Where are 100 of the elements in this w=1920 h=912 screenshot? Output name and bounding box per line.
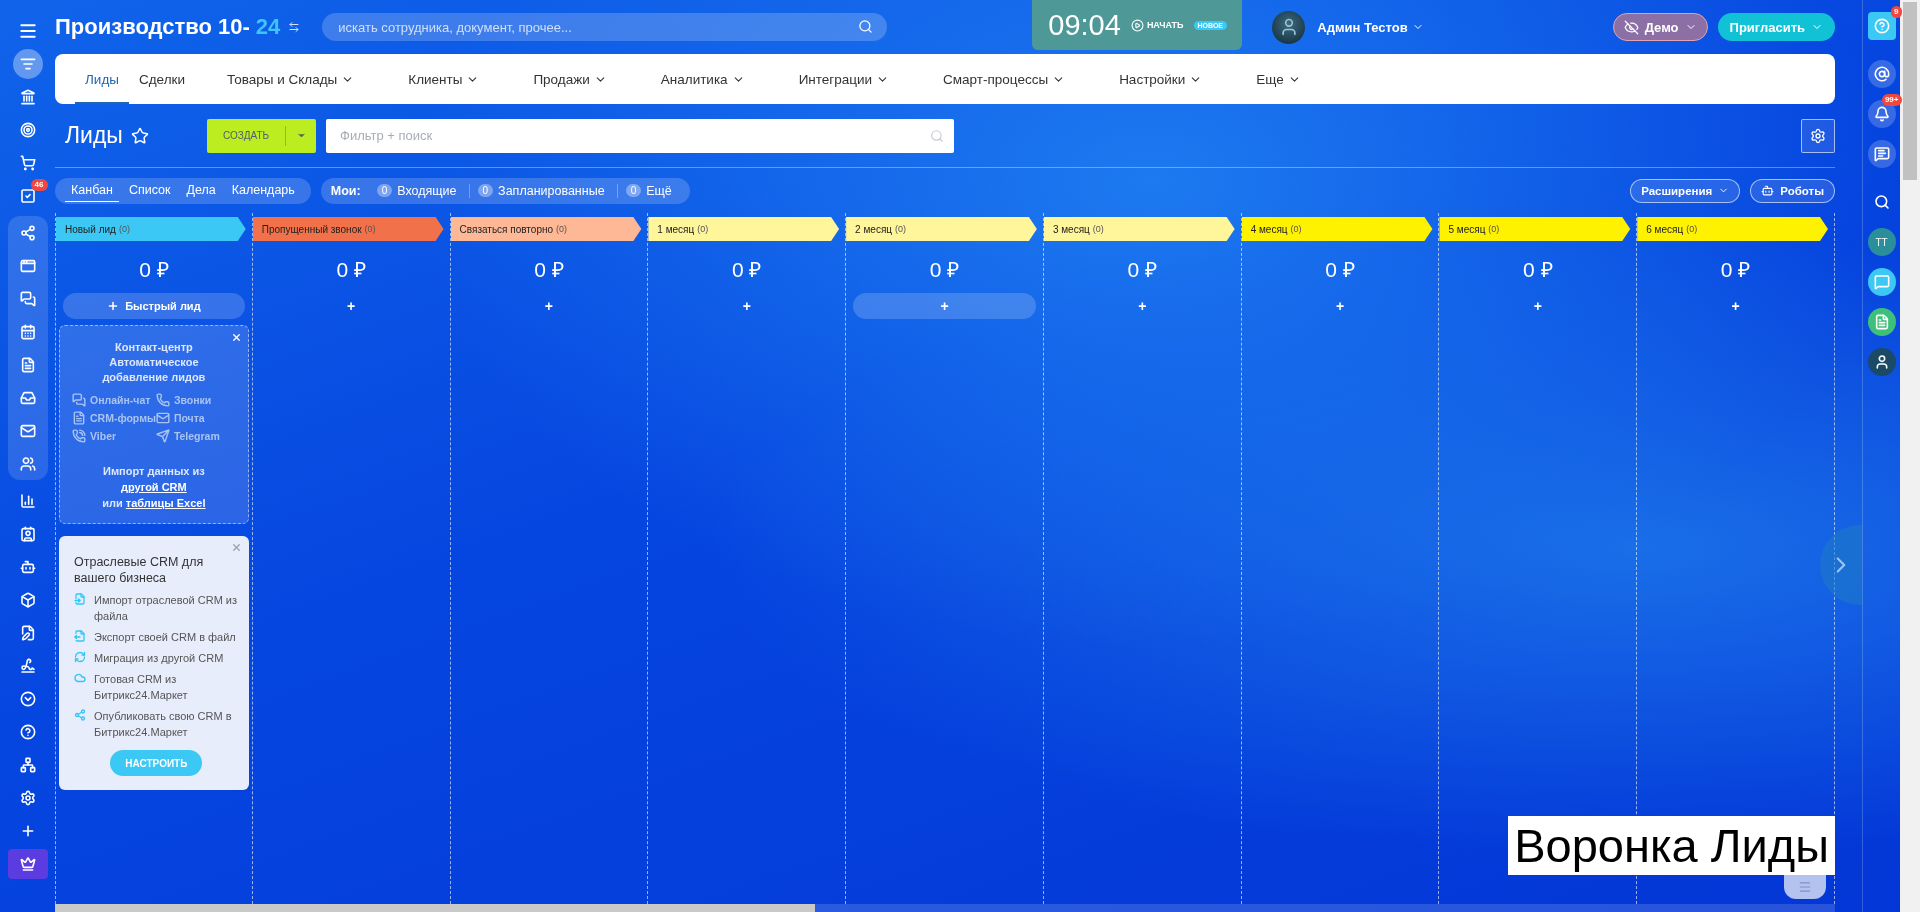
menu-handle-button[interactable]	[1784, 875, 1826, 899]
stage-total: 0 ₽	[533, 257, 565, 283]
view-tab[interactable]: Календарь	[225, 179, 301, 202]
crm-option-link[interactable]: Опубликовать свою CRM в Битрикс24.Маркет	[74, 708, 239, 740]
stage-total: 0 ₽	[1324, 257, 1356, 283]
crm-link[interactable]: другой CRM	[121, 481, 187, 493]
counter-link[interactable]: 0 Запланированные	[468, 183, 613, 198]
counter-link[interactable]: 0 Ещё	[616, 183, 680, 198]
cart-icon	[19, 154, 36, 171]
sidebar-button[interactable]	[1867, 140, 1896, 168]
add-lead-button[interactable]: +	[1050, 293, 1234, 319]
stage-count: (0)	[697, 224, 709, 234]
extensions-button[interactable]: Расширения	[1630, 178, 1741, 203]
stage-count: (0)	[1686, 224, 1698, 234]
swap-icon[interactable]	[288, 21, 301, 33]
nav-tab[interactable]: Лиды	[75, 54, 129, 104]
create-button[interactable]: СОЗДАТЬ	[206, 118, 317, 153]
crm-option-link[interactable]: Миграция из другой CRM	[74, 650, 239, 666]
sidebar-item[interactable]	[7, 847, 48, 880]
portal-title-number: 24	[255, 14, 281, 40]
nav-tab[interactable]: Клиенты	[398, 54, 490, 104]
counters-label: Мои:	[330, 183, 361, 198]
chat-icon	[72, 393, 86, 407]
nav-tab[interactable]: Товары и Склады	[217, 54, 365, 104]
share-icon	[19, 224, 36, 241]
view-tab[interactable]: Дела	[180, 179, 222, 202]
phone-icon	[72, 429, 86, 443]
notification-badge: 46	[30, 179, 48, 191]
add-lead-button[interactable]: +	[1644, 293, 1827, 319]
add-lead-button[interactable]: +	[259, 293, 443, 319]
view-tab[interactable]: Канбан	[65, 179, 119, 202]
sidebar-button[interactable]	[1867, 100, 1896, 128]
quick-lead-button[interactable]: Быстрый лид	[63, 293, 245, 319]
nav-tab[interactable]: Настройки	[1109, 54, 1213, 104]
counter-link[interactable]: 0 Входящие	[368, 183, 465, 198]
excel-link[interactable]: таблицы Excel	[125, 497, 206, 509]
stage-total: 0 ₽	[138, 257, 170, 283]
add-lead-button[interactable]: +	[655, 293, 839, 319]
sidebar-group-item[interactable]	[7, 447, 48, 480]
stage-title: 5 месяц	[1448, 223, 1486, 235]
nav-tab[interactable]: Продажи	[523, 54, 617, 104]
view-tab[interactable]: Список	[122, 179, 177, 202]
stage-title: 1 месяц	[657, 223, 695, 235]
calendar-icon	[19, 323, 36, 340]
stage-count: (0)	[556, 224, 568, 234]
add-lead-button[interactable]: +	[457, 293, 641, 319]
crm-option-link[interactable]: Импорт отраслевой CRM из файла	[74, 592, 239, 624]
sidebar-button[interactable]	[1867, 348, 1896, 376]
stage-count: (0)	[1092, 224, 1104, 234]
chat-icon	[19, 290, 36, 307]
chart-icon	[19, 492, 36, 509]
notification-badge: 9	[1891, 6, 1902, 18]
add-lead-button[interactable]: +	[853, 293, 1036, 319]
nav-tab[interactable]: Аналитика	[650, 54, 755, 104]
filter-search-field[interactable]: Фильтр + поиск	[326, 118, 955, 153]
sidebar-item[interactable]: 46	[7, 179, 48, 212]
stage-title: 2 месяц	[855, 223, 893, 235]
scrollbar-thumb[interactable]	[55, 904, 815, 912]
help-icon	[1873, 18, 1890, 34]
stage-title: Новый лид	[65, 223, 116, 235]
nav-tab[interactable]: Сделки	[129, 54, 195, 104]
window-icon	[19, 257, 36, 274]
sidebar-button[interactable]	[1867, 12, 1896, 40]
eye-off-icon	[1623, 19, 1639, 35]
stage-count: (0)	[118, 224, 130, 234]
notification-badge: 99+	[1881, 94, 1902, 106]
menu-icon	[1798, 880, 1812, 894]
scrollbar-thumb[interactable]	[1903, 2, 1917, 180]
stage-count: (0)	[1488, 224, 1500, 234]
user-avatar[interactable]	[1272, 10, 1306, 44]
nav-tab[interactable]: Интеграции	[788, 54, 900, 104]
add-lead-button[interactable]: +	[1446, 293, 1630, 319]
stage-count: (0)	[1290, 224, 1302, 234]
sync-icon	[74, 651, 86, 663]
clock-time: 09:04	[1048, 8, 1121, 42]
demo-button[interactable]: Демо	[1612, 13, 1708, 41]
signature-icon	[19, 657, 36, 674]
plus-icon	[107, 300, 120, 312]
file-export-icon	[74, 630, 86, 642]
crm-option-link[interactable]: Экспорт своей CRM в файл	[74, 629, 239, 645]
add-lead-button[interactable]: +	[1248, 293, 1432, 319]
stage-title: 3 месяц	[1052, 223, 1090, 235]
sidebar-button[interactable]	[1867, 268, 1896, 296]
settings-button[interactable]	[1801, 118, 1835, 153]
nav-tab[interactable]: Еще	[1246, 54, 1311, 104]
nav-tab[interactable]: Смарт-процессы	[933, 54, 1076, 104]
user-initials-avatar[interactable]: ТТ	[1867, 228, 1896, 256]
sidebar-button[interactable]	[1867, 308, 1896, 336]
crm-option-link[interactable]: Готовая CRM из Битрикс24.Маркет	[74, 671, 239, 703]
robots-button[interactable]: Роботы	[1750, 178, 1835, 203]
user-menu[interactable]: Админ Тестов	[1317, 19, 1424, 35]
sidebar-group-item[interactable]	[7, 216, 48, 249]
card-title: Отраслевые CRM для вашего бизнеса	[74, 554, 205, 586]
sidebar-button[interactable]	[1867, 60, 1896, 88]
document-icon	[1873, 314, 1890, 330]
close-icon[interactable]	[230, 332, 242, 343]
at-sign-icon	[1873, 66, 1890, 82]
star-icon[interactable]	[130, 126, 149, 145]
start-button[interactable]: НАЧАТЬ	[1130, 18, 1184, 32]
chevron-down-icon	[19, 690, 36, 707]
